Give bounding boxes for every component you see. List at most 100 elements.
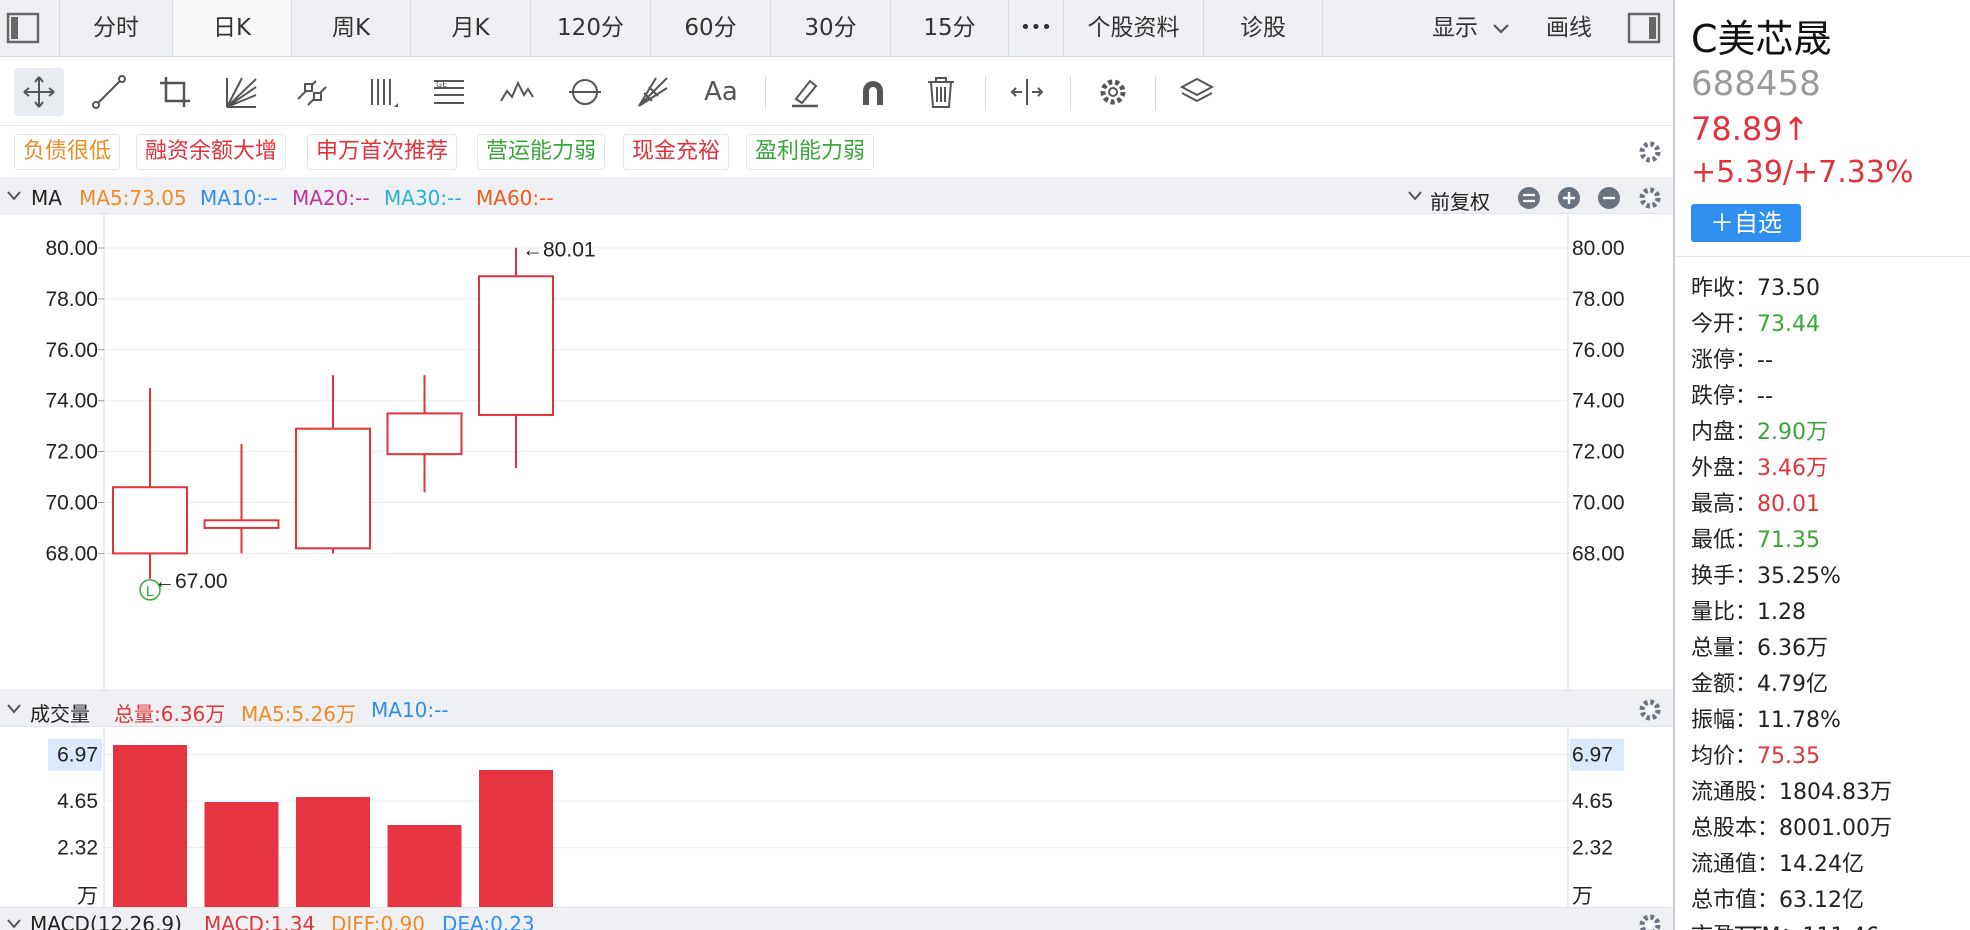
draw-line-button[interactable]: 画线 [1546,0,1592,56]
tag-item[interactable]: 负债很低 [14,134,121,170]
volume-bar [387,825,462,907]
y-tick-label-left: 80.00 [45,237,98,260]
magnet-icon[interactable] [848,68,898,116]
stat-label: 昨收： [1691,276,1758,301]
macd-settings-gear-icon[interactable] [1637,912,1663,930]
zoom-in-icon[interactable] [1557,186,1581,210]
volume-unit-right: 万 [1572,885,1593,907]
ma-settings-gear-icon[interactable] [1637,185,1663,211]
ma30-value: MA30:-- [384,186,462,210]
stat-row: 跌停：-- [1691,378,1773,410]
adjust-mode-select[interactable]: 前复权 [1430,186,1490,215]
display-dropdown[interactable]: 显示 [1432,0,1511,56]
settings-gear-icon[interactable] [1088,68,1138,116]
stat-row: 量比：1.28 [1691,594,1806,626]
stat-value: 4.79亿 [1757,672,1829,697]
tab-60min[interactable]: 60分 [650,0,770,56]
tag-item[interactable]: 营运能力弱 [477,134,606,170]
move-cross-icon[interactable] [14,68,64,116]
crop-icon[interactable] [150,68,200,116]
volume-chart[interactable]: 6.97 6.97 4.65 4.65 2.32 2.32 万 万 [0,727,1673,908]
stat-label: 内盘： [1691,420,1758,445]
stat-label: 市盈TTM： [1691,924,1802,930]
tab-stock-profile[interactable]: 个股资料 [1063,0,1203,56]
collapse-chevron-icon[interactable] [6,190,22,202]
line-segment-icon[interactable] [84,68,134,116]
more-periods-button[interactable]: ••• [1008,0,1063,56]
low-price-marker: ←67.00 [154,570,228,593]
stat-label: 最高： [1691,492,1758,517]
stat-value: -- [1757,348,1773,373]
candle-body [203,519,280,529]
stat-label: 换手： [1691,564,1758,589]
volume-bar [479,770,553,907]
stat-row: 振幅：11.78% [1691,702,1841,734]
collapse-panel-icon[interactable] [1517,186,1541,210]
y-tick-label-right: 72.00 [1572,441,1625,464]
tab-day-k[interactable]: 日K [172,0,291,56]
tab-120min[interactable]: 120分 [530,0,650,56]
stat-label: 总市值： [1691,888,1780,913]
tab-15min[interactable]: 15分 [890,0,1008,56]
chart-area: 分时 日K 周K 月K 120分 60分 30分 15分 ••• 个股资料 诊股… [0,0,1673,930]
add-to-watchlist-button[interactable]: ＋自选 [1691,204,1801,242]
chevron-down-icon[interactable] [1407,190,1423,202]
y-tick-label-left: 72.00 [45,441,98,464]
tab-fenshi[interactable]: 分时 [59,0,172,56]
collapse-chevron-icon[interactable] [6,918,22,930]
candle-body [386,412,463,456]
trash-icon[interactable] [916,68,966,116]
volume-settings-gear-icon[interactable] [1637,697,1663,723]
panel-divider [1675,256,1970,257]
eraser-icon[interactable] [780,68,830,116]
tag-item[interactable]: 申万首次推荐 [307,134,458,170]
toggle-right-panel-icon[interactable] [1627,11,1661,45]
stat-row: 外盘：3.46万 [1691,450,1828,482]
vol-ma5-value: MA5:5.26万 [241,702,356,726]
stat-value: -- [1757,384,1773,409]
ma20-value: MA20:-- [292,186,370,210]
diff-value: DIFF:0.90 [331,912,426,930]
gann-icon[interactable] [628,68,678,116]
zoom-out-icon[interactable] [1597,186,1621,210]
stat-label: 总股本： [1691,816,1780,841]
tab-week-k[interactable]: 周K [291,0,410,56]
volume-unit-left: 万 [77,885,98,907]
stat-label: 最低： [1691,528,1758,553]
tab-30min[interactable]: 30分 [770,0,890,56]
candle-body [295,427,371,550]
wave-icon[interactable] [492,68,542,116]
split-view-icon[interactable] [1002,68,1052,116]
volume-tick-label-left: 2.32 [57,837,98,860]
vertical-lines-icon[interactable] [358,68,408,116]
stat-row: 最高：80.01 [1691,486,1820,518]
tag-item[interactable]: 盈利能力弱 [746,134,875,170]
stat-value: 8001.00万 [1779,816,1892,841]
stat-label: 金额： [1691,672,1758,697]
stat-row: 金额：4.79亿 [1691,666,1828,698]
stat-row: 流通值：14.24亿 [1691,846,1864,878]
candlestick-chart[interactable]: 80.00 80.00 78.00 78.00 76.00 76.00 74.00 74.00… [0,214,1673,690]
stock-code: 688458 [1691,64,1821,104]
stat-value: 71.35 [1757,528,1820,553]
volume-bar [204,802,279,907]
tab-month-k[interactable]: 月K [410,0,530,56]
tab-diagnose[interactable]: 诊股 [1203,0,1323,56]
fan-lines-icon[interactable] [216,68,266,116]
candle-body [112,486,188,555]
stat-row: 换手：35.25% [1691,558,1841,590]
text-tool-icon[interactable]: Aa [696,68,746,116]
stat-value: 73.44 [1757,312,1820,337]
parallel-channel-icon[interactable] [288,68,338,116]
tag-item[interactable]: 现金充裕 [623,134,730,170]
ma10-value: MA10:-- [200,186,278,210]
fibonacci-icon[interactable]: GE [424,68,474,116]
tag-item[interactable]: 融资余额大增 [136,134,287,170]
svg-text:GE: GE [436,80,447,89]
stat-row: 内盘：2.90万 [1691,414,1828,446]
tags-settings-gear-icon[interactable] [1637,139,1663,165]
cycle-icon[interactable] [560,68,610,116]
collapse-chevron-icon[interactable] [6,703,22,715]
toggle-left-panel-icon[interactable] [6,11,40,45]
layers-icon[interactable] [1172,68,1222,116]
